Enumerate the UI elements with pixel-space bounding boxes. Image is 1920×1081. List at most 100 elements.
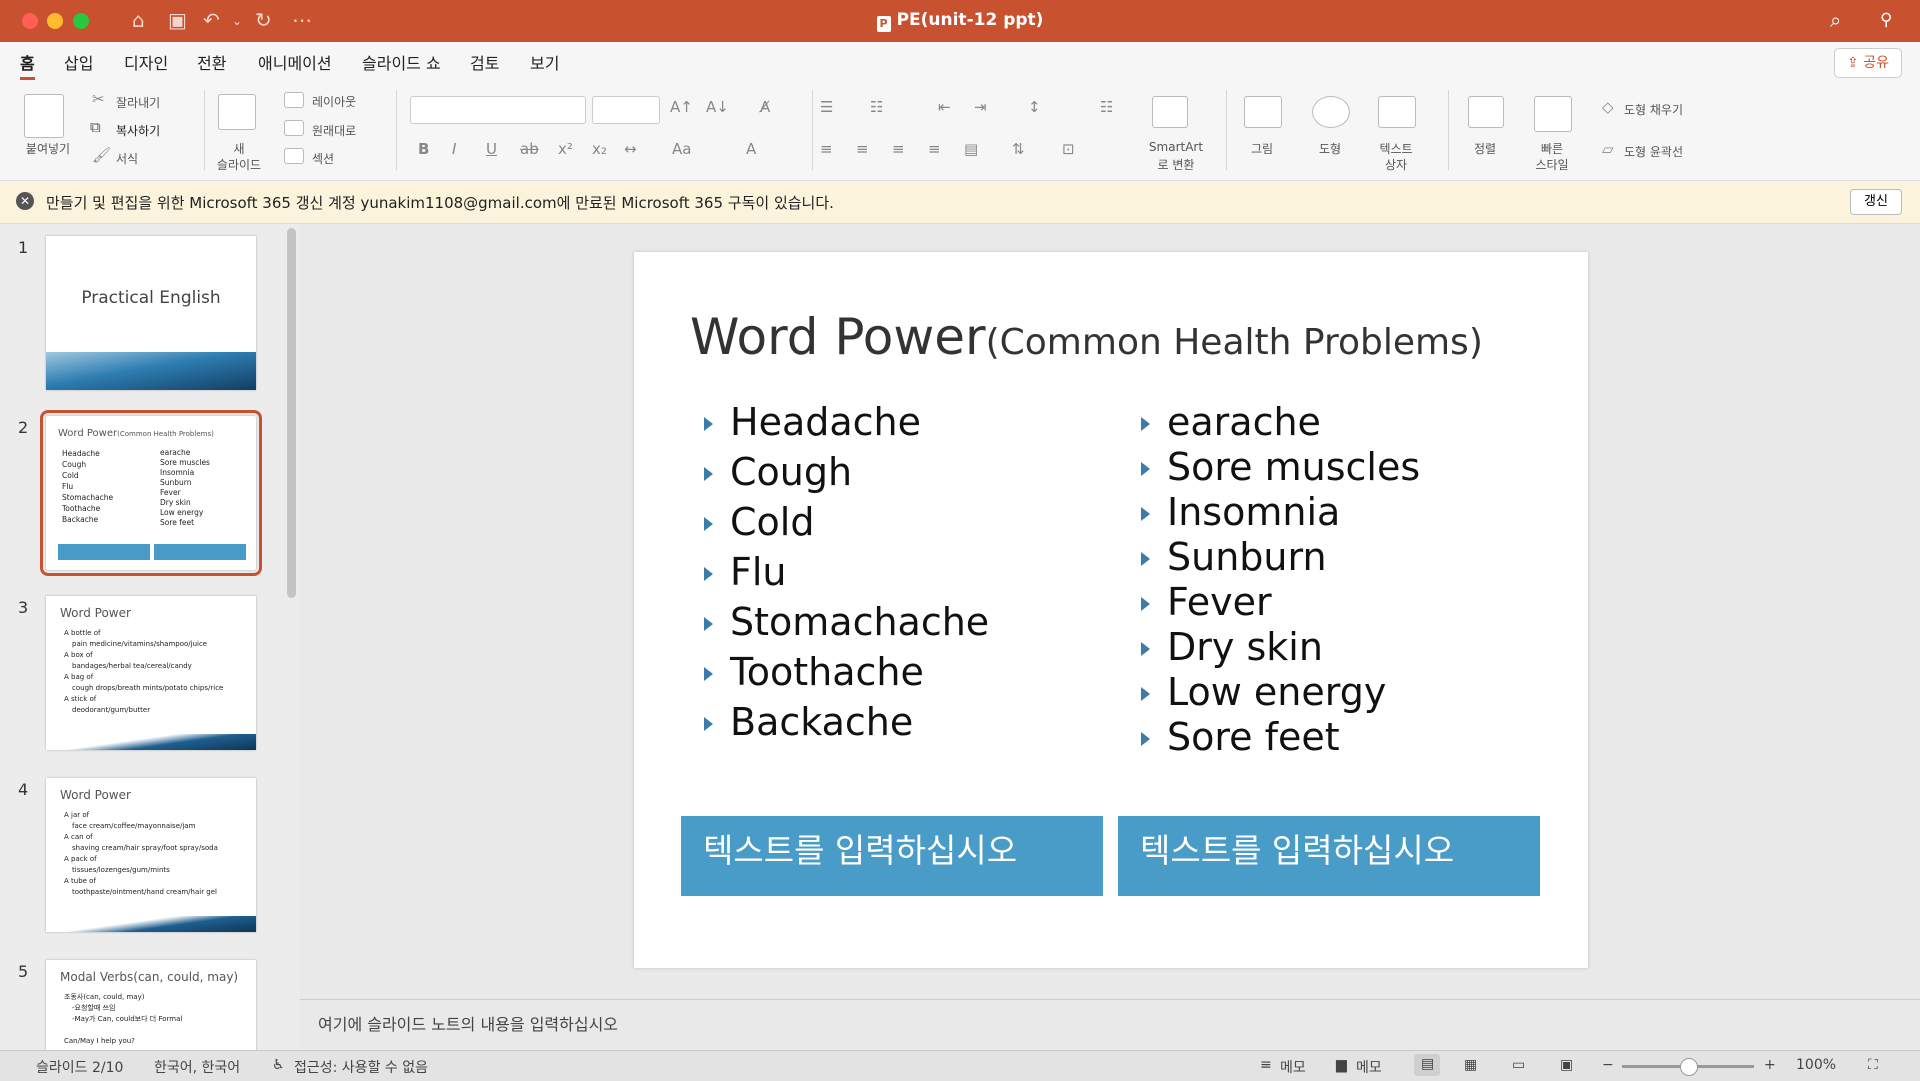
tab-slideshow[interactable]: 슬라이드 쇼 [362, 50, 441, 74]
quick-styles-label-2[interactable]: 스타일 [1528, 156, 1576, 173]
accessibility-status[interactable]: 접근성: 사용할 수 없음 [294, 1057, 428, 1077]
reading-view-icon[interactable]: ▭ [1512, 1057, 1525, 1073]
tab-review[interactable]: 검토 [470, 50, 499, 74]
smartart-icon[interactable] [1152, 96, 1188, 128]
copy-icon[interactable]: ⧉ [90, 118, 101, 136]
format-painter-icon[interactable]: 🖌 [92, 146, 111, 164]
format-painter-button[interactable]: 서식 [116, 150, 138, 167]
text-direction-icon[interactable]: ⇅ [1012, 140, 1025, 158]
tab-view[interactable]: 보기 [530, 50, 559, 74]
arrange-icon[interactable] [1468, 96, 1504, 128]
slide-thumbnail-5[interactable]: Modal Verbs(can, could, may) 조동사(can, co… [46, 960, 256, 1050]
clear-format-icon[interactable]: A̸ [760, 98, 770, 116]
notes-pane[interactable]: 여기에 슬라이드 노트의 내용을 입력하십시오 [300, 999, 1920, 1050]
section-icon[interactable] [284, 148, 304, 164]
superscript-icon[interactable]: x² [558, 140, 573, 158]
new-slide-label-1[interactable]: 새 [214, 140, 264, 157]
bold-icon[interactable]: B [418, 140, 429, 158]
tab-transitions[interactable]: 전환 [197, 50, 226, 74]
shapes-label[interactable]: 도형 [1308, 140, 1352, 157]
tab-animations[interactable]: 애니메이션 [258, 50, 332, 74]
zoom-slider-handle[interactable] [1680, 1058, 1698, 1076]
search-icon[interactable]: ⌕ [1830, 8, 1841, 32]
reset-button[interactable]: 원래대로 [312, 122, 356, 139]
quick-styles-label-1[interactable]: 빠른 [1528, 140, 1576, 157]
comments-icon[interactable]: ▆ [1336, 1057, 1347, 1073]
comments-button[interactable]: 메모 [1356, 1057, 1382, 1077]
shape-fill-button[interactable]: 도형 채우기 [1624, 101, 1683, 118]
normal-view-button[interactable]: ▤ [1414, 1054, 1440, 1076]
layout-icon[interactable] [284, 92, 304, 108]
language-indicator[interactable]: 한국어, 한국어 [154, 1057, 240, 1077]
distributed-icon[interactable]: ▤ [964, 140, 978, 158]
slideshow-icon[interactable]: ▣ [1560, 1057, 1573, 1073]
smartart-label-1[interactable]: SmartArt [1140, 140, 1212, 154]
fit-to-window-icon[interactable]: ⛶ [1868, 1057, 1878, 1073]
picture-icon[interactable] [1244, 96, 1282, 128]
section-button[interactable]: 섹션 [312, 150, 334, 167]
align-center-icon[interactable]: ≡ [856, 140, 869, 158]
underline-icon[interactable]: U [486, 140, 497, 158]
notes-icon[interactable]: ≡ [1260, 1057, 1272, 1073]
left-bullet-list[interactable]: Headache Cough Cold Flu Stomachache Toot… [703, 400, 989, 750]
notes-placeholder[interactable]: 여기에 슬라이드 노트의 내용을 입력하십시오 [318, 1011, 618, 1035]
decrease-indent-icon[interactable]: ⇤ [938, 98, 951, 116]
numbering-icon[interactable]: ☷ [870, 98, 883, 116]
quick-styles-icon[interactable] [1534, 96, 1572, 132]
shrink-font-icon[interactable]: A↓ [706, 98, 729, 116]
font-color-icon[interactable]: A [746, 140, 756, 158]
share-button[interactable]: ⇪ 공유 [1834, 48, 1902, 78]
notes-button[interactable]: 메모 [1280, 1057, 1306, 1077]
slide-thumbnail-4[interactable]: Word Power A jar of face cream/coffee/may… [46, 778, 256, 932]
align-left-icon[interactable]: ≡ [820, 140, 833, 158]
grow-font-icon[interactable]: A↑ [670, 98, 693, 116]
textbox-label-1[interactable]: 텍스트 [1370, 140, 1422, 157]
shape-outline-button[interactable]: 도형 윤곽선 [1624, 143, 1683, 160]
paste-label[interactable]: 붙여넣기 [18, 140, 78, 157]
textbox-label-2[interactable]: 상자 [1370, 156, 1422, 173]
new-slide-icon[interactable] [218, 94, 256, 130]
tab-home[interactable]: 홈 [20, 50, 35, 80]
slide-title[interactable]: Word Power(Common Health Problems) [690, 308, 1483, 366]
justify-icon[interactable]: ≡ [928, 140, 941, 158]
slide-thumbnail-2[interactable]: Word Power(Common Health Problems) Heada… [40, 410, 262, 576]
align-text-icon[interactable]: ⊡ [1062, 140, 1075, 158]
copy-button[interactable]: 복사하기 [116, 122, 160, 139]
bullets-icon[interactable]: ☰ [820, 98, 833, 116]
reset-icon[interactable] [284, 120, 304, 136]
cut-icon[interactable]: ✂ [92, 90, 105, 108]
zoom-out-icon[interactable]: − [1602, 1057, 1614, 1073]
dismiss-icon[interactable]: ✕ [16, 192, 34, 210]
increase-indent-icon[interactable]: ⇥ [974, 98, 987, 116]
smartart-label-2[interactable]: 로 변환 [1140, 156, 1212, 173]
text-placeholder-left[interactable]: 텍스트를 입력하십시오 [681, 816, 1103, 896]
layout-button[interactable]: 레이아웃 [312, 93, 356, 110]
arrange-label[interactable]: 정렬 [1462, 140, 1508, 157]
tab-insert[interactable]: 삽입 [64, 50, 93, 74]
align-right-icon[interactable]: ≡ [892, 140, 905, 158]
paste-icon[interactable] [24, 94, 64, 138]
accessibility-icon[interactable]: ♿ [272, 1057, 285, 1073]
slide-sorter-icon[interactable]: ▦ [1464, 1057, 1477, 1073]
renew-button[interactable]: 갱신 [1850, 189, 1902, 215]
text-placeholder-right[interactable]: 텍스트를 입력하십시오 [1118, 816, 1540, 896]
font-size-select[interactable] [592, 96, 660, 124]
textbox-icon[interactable] [1378, 96, 1416, 128]
tab-design[interactable]: 디자인 [124, 50, 168, 74]
current-slide[interactable]: Word Power(Common Health Problems) Heada… [634, 252, 1588, 968]
cut-button[interactable]: 잘라내기 [116, 94, 160, 111]
thumbnails-scrollbar[interactable] [287, 228, 296, 598]
strikethrough-icon[interactable]: ab [520, 140, 539, 158]
line-spacing-icon[interactable]: ↕ [1028, 98, 1041, 116]
zoom-in-icon[interactable]: + [1764, 1057, 1776, 1073]
right-bullet-list[interactable]: earache Sore muscles Insomnia Sunburn Fe… [1140, 400, 1420, 760]
font-family-select[interactable] [410, 96, 586, 124]
new-slide-label-2[interactable]: 슬라이드 [214, 156, 264, 173]
slide-thumbnail-3[interactable]: Word Power A bottle of pain medicine/vita… [46, 596, 256, 750]
italic-icon[interactable]: I [452, 140, 456, 158]
shapes-icon[interactable] [1312, 96, 1350, 128]
shape-outline-icon[interactable]: ▱ [1602, 140, 1614, 158]
columns-icon[interactable]: ☷ [1100, 98, 1113, 116]
change-case-icon[interactable]: Aa [672, 140, 691, 158]
picture-label[interactable]: 그림 [1240, 140, 1284, 157]
